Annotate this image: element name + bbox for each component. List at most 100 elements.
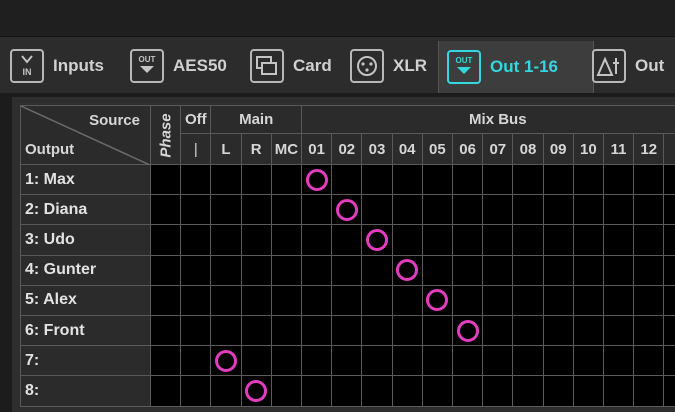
routing-cell[interactable] xyxy=(332,285,363,316)
routing-cell[interactable] xyxy=(302,346,333,377)
routing-cell[interactable] xyxy=(543,316,574,347)
routing-cell[interactable] xyxy=(422,285,453,316)
routing-cell[interactable] xyxy=(302,255,333,286)
routing-cell[interactable] xyxy=(634,285,665,316)
routing-cell[interactable] xyxy=(573,376,604,407)
routing-cell[interactable] xyxy=(151,225,182,256)
routing-cell[interactable] xyxy=(392,195,423,226)
routing-cell[interactable] xyxy=(211,285,242,316)
routing-cell[interactable] xyxy=(604,165,635,196)
output-row-label[interactable]: 5: Alex xyxy=(20,285,151,316)
routing-cell[interactable] xyxy=(422,225,453,256)
routing-cell[interactable] xyxy=(271,255,302,286)
routing-cell[interactable] xyxy=(573,316,604,347)
routing-cell[interactable] xyxy=(332,316,363,347)
routing-cell[interactable] xyxy=(634,255,665,286)
routing-cell[interactable] xyxy=(483,285,514,316)
routing-cell[interactable] xyxy=(453,285,484,316)
routing-cell[interactable] xyxy=(271,165,302,196)
tab-aes50[interactable]: OUT AES50 xyxy=(130,41,240,91)
tab-xlr[interactable]: XLR xyxy=(350,41,432,91)
routing-cell[interactable] xyxy=(483,376,514,407)
routing-cell[interactable] xyxy=(604,285,635,316)
routing-cell[interactable] xyxy=(634,346,665,377)
routing-cell[interactable] xyxy=(241,316,272,347)
routing-cell[interactable] xyxy=(362,376,393,407)
routing-cell[interactable] xyxy=(513,225,544,256)
routing-cell[interactable] xyxy=(573,165,604,196)
routing-cell[interactable] xyxy=(664,316,675,347)
routing-cell[interactable] xyxy=(634,195,665,226)
routing-cell[interactable] xyxy=(211,225,242,256)
output-row-label[interactable]: 6: Front xyxy=(20,316,151,347)
routing-cell[interactable] xyxy=(241,255,272,286)
routing-cell[interactable] xyxy=(483,165,514,196)
routing-cell[interactable] xyxy=(513,346,544,377)
routing-cell[interactable] xyxy=(362,225,393,256)
routing-cell[interactable] xyxy=(573,225,604,256)
routing-cell[interactable] xyxy=(332,165,363,196)
routing-cell[interactable] xyxy=(422,195,453,226)
routing-cell[interactable] xyxy=(513,376,544,407)
routing-cell[interactable] xyxy=(241,285,272,316)
routing-cell[interactable] xyxy=(362,195,393,226)
routing-cell[interactable] xyxy=(302,316,333,347)
routing-cell[interactable] xyxy=(241,165,272,196)
routing-cell[interactable] xyxy=(634,225,665,256)
routing-cell[interactable] xyxy=(181,316,212,347)
routing-cell[interactable] xyxy=(211,346,242,377)
routing-cell[interactable] xyxy=(211,165,242,196)
routing-cell[interactable] xyxy=(634,165,665,196)
routing-cell[interactable] xyxy=(604,195,635,226)
output-row-label[interactable]: 2: Diana xyxy=(20,195,151,226)
routing-cell[interactable] xyxy=(543,285,574,316)
routing-cell[interactable] xyxy=(634,316,665,347)
routing-cell[interactable] xyxy=(181,285,212,316)
routing-cell[interactable] xyxy=(362,316,393,347)
routing-cell[interactable] xyxy=(302,225,333,256)
routing-cell[interactable] xyxy=(422,316,453,347)
routing-cell[interactable] xyxy=(483,195,514,226)
output-row-label[interactable]: 7: xyxy=(20,346,151,377)
routing-cell[interactable] xyxy=(151,376,182,407)
routing-cell[interactable] xyxy=(513,195,544,226)
routing-cell[interactable] xyxy=(211,376,242,407)
routing-cell[interactable] xyxy=(543,165,574,196)
routing-cell[interactable] xyxy=(241,376,272,407)
routing-cell[interactable] xyxy=(664,346,675,377)
routing-cell[interactable] xyxy=(604,255,635,286)
routing-cell[interactable] xyxy=(181,165,212,196)
routing-cell[interactable] xyxy=(483,346,514,377)
routing-cell[interactable] xyxy=(664,285,675,316)
routing-cell[interactable] xyxy=(271,316,302,347)
routing-cell[interactable] xyxy=(392,346,423,377)
routing-cell[interactable] xyxy=(604,225,635,256)
routing-cell[interactable] xyxy=(392,285,423,316)
routing-cell[interactable] xyxy=(332,346,363,377)
routing-cell[interactable] xyxy=(604,376,635,407)
routing-cell[interactable] xyxy=(151,195,182,226)
routing-cell[interactable] xyxy=(151,255,182,286)
routing-cell[interactable] xyxy=(573,285,604,316)
routing-cell[interactable] xyxy=(453,316,484,347)
tab-inputs[interactable]: IN Inputs xyxy=(10,41,120,91)
routing-cell[interactable] xyxy=(543,346,574,377)
output-row-label[interactable]: 8: xyxy=(20,376,151,407)
routing-cell[interactable] xyxy=(181,346,212,377)
routing-cell[interactable] xyxy=(302,285,333,316)
routing-cell[interactable] xyxy=(604,316,635,347)
routing-cell[interactable] xyxy=(362,165,393,196)
routing-cell[interactable] xyxy=(543,255,574,286)
routing-cell[interactable] xyxy=(453,165,484,196)
routing-cell[interactable] xyxy=(241,346,272,377)
routing-cell[interactable] xyxy=(241,225,272,256)
routing-cell[interactable] xyxy=(332,255,363,286)
routing-cell[interactable] xyxy=(453,225,484,256)
routing-cell[interactable] xyxy=(271,195,302,226)
routing-cell[interactable] xyxy=(664,195,675,226)
routing-cell[interactable] xyxy=(422,346,453,377)
routing-cell[interactable] xyxy=(332,225,363,256)
output-row-label[interactable]: 1: Max xyxy=(20,165,151,196)
routing-cell[interactable] xyxy=(392,316,423,347)
routing-cell[interactable] xyxy=(302,195,333,226)
